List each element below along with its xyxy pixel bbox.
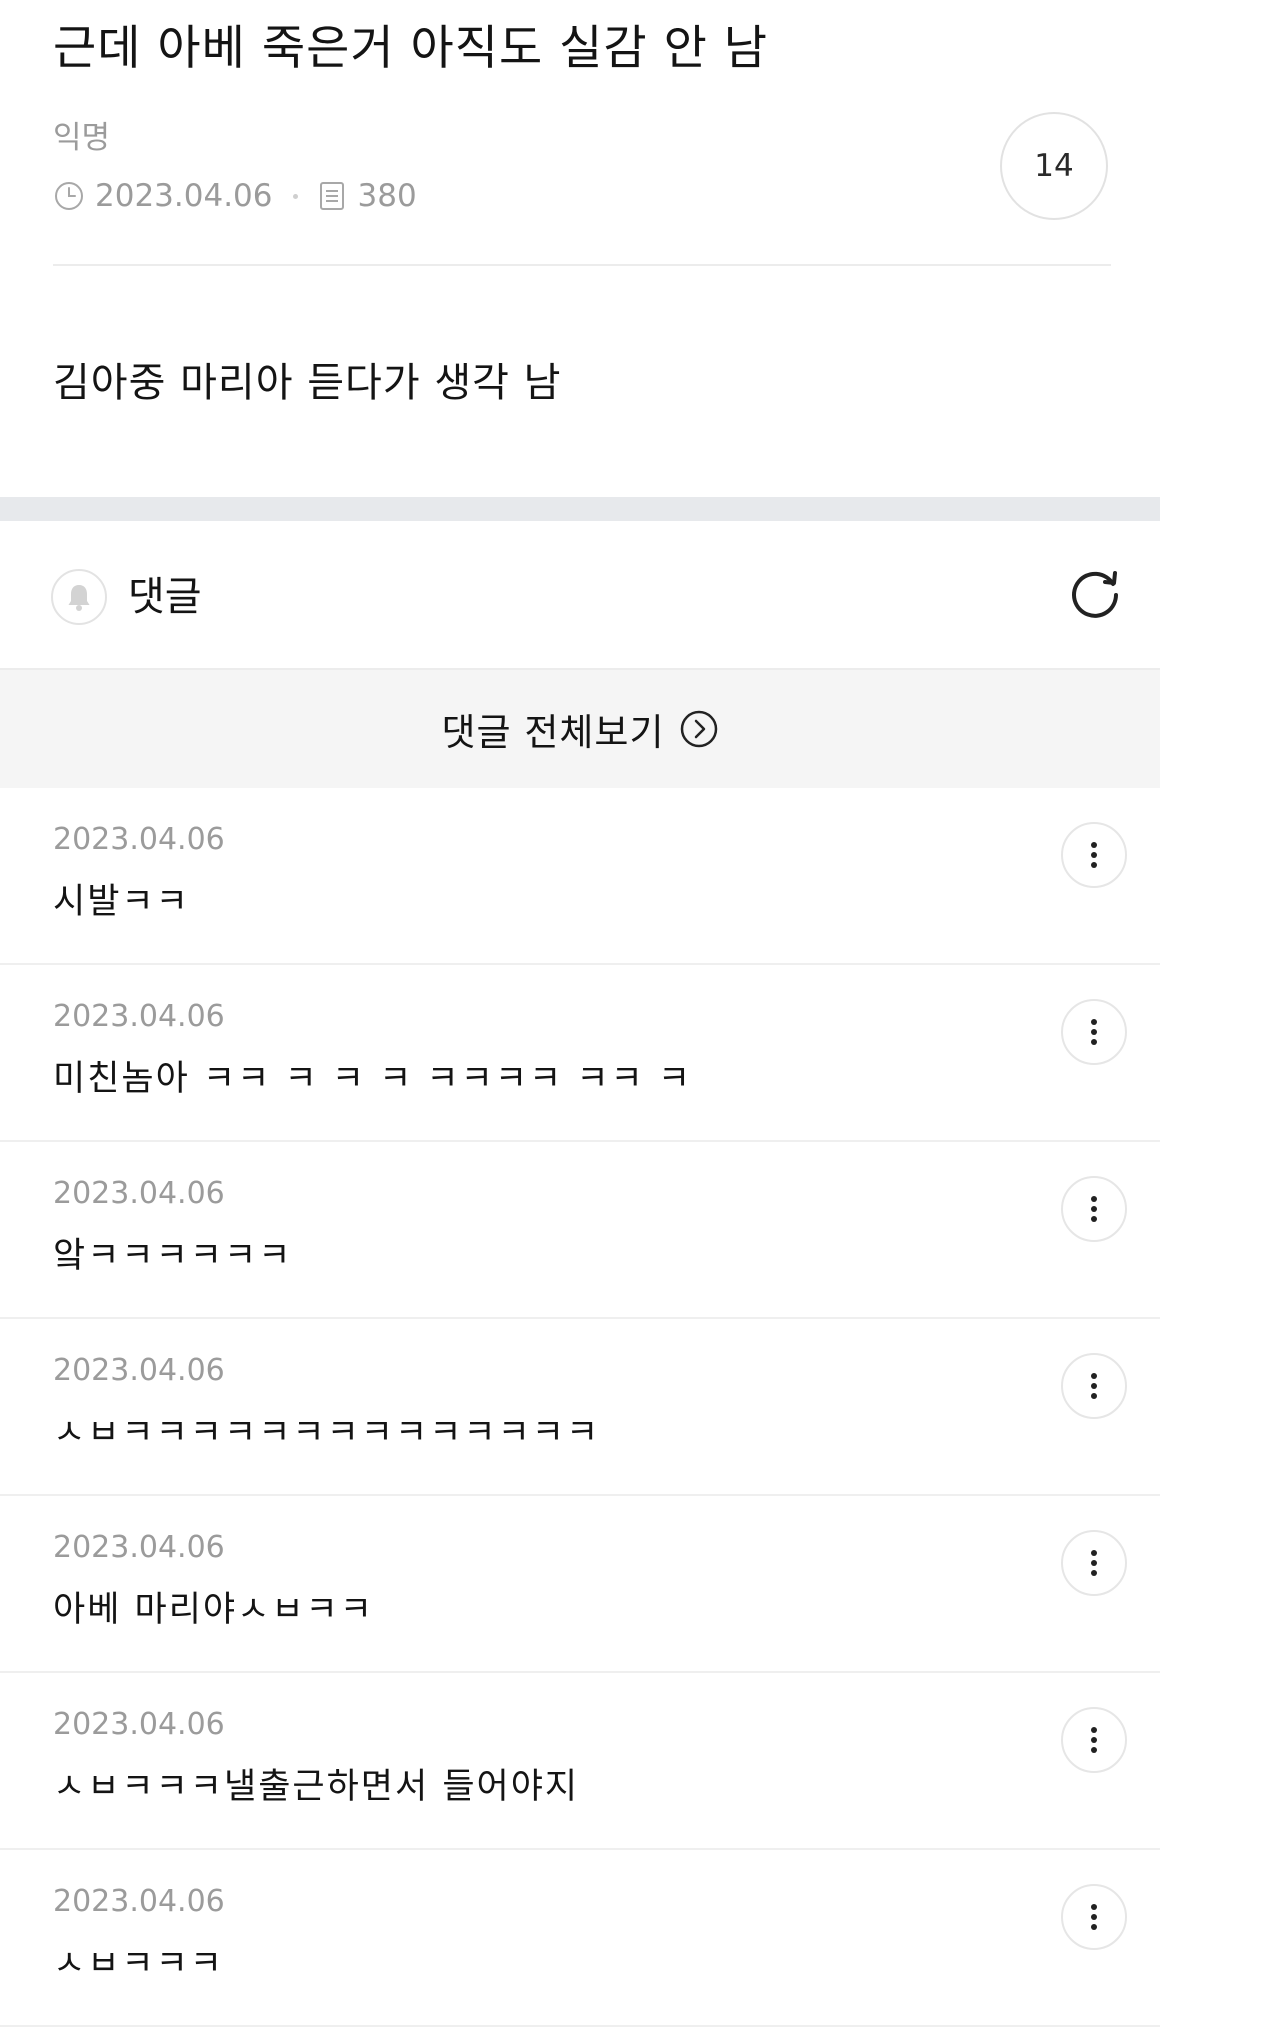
author-name: 익명 bbox=[53, 120, 111, 156]
more-vertical-icon[interactable] bbox=[1061, 822, 1127, 888]
comment-date: 2023.04.06 bbox=[53, 1884, 225, 1919]
comment-text: 시발ㅋㅋ bbox=[53, 882, 190, 922]
document-icon bbox=[316, 180, 348, 212]
refresh-icon[interactable] bbox=[1064, 563, 1126, 625]
more-vertical-icon[interactable] bbox=[1061, 999, 1127, 1065]
header-divider bbox=[53, 264, 1111, 266]
comment-date: 2023.04.06 bbox=[53, 1353, 225, 1388]
bell-icon[interactable] bbox=[51, 569, 107, 625]
post-meta: 2023.04.06 380 bbox=[53, 176, 417, 216]
meta-separator bbox=[292, 193, 298, 199]
comment-item: 2023.04.06 ㅅㅂㅋㅋㅋ낼출근하면서 들어야지 bbox=[0, 1673, 1160, 1850]
comment-item: 2023.04.06 미친놈아 ㅋㅋ ㅋ ㅋ ㅋ ㅋㅋㅋㅋ ㅋㅋ ㅋ bbox=[0, 965, 1160, 1142]
comment-item: 2023.04.06 앜ㅋㅋㅋㅋㅋㅋ bbox=[0, 1142, 1160, 1319]
chevron-right-circle-icon bbox=[679, 709, 719, 749]
post-page: 근데 아베 죽은거 아직도 실감 안 남 익명 2023.04.06 380 1… bbox=[0, 0, 1160, 2034]
comment-count: 14 bbox=[1034, 148, 1074, 184]
comment-date: 2023.04.06 bbox=[53, 1530, 225, 1565]
comment-text: 앜ㅋㅋㅋㅋㅋㅋ bbox=[53, 1236, 293, 1276]
comment-item: 2023.04.06 ㅅㅂㅋㅋㅋ bbox=[0, 1850, 1160, 2027]
more-vertical-icon[interactable] bbox=[1061, 1884, 1127, 1950]
comment-text: 아베 마리야ㅅㅂㅋㅋ bbox=[53, 1590, 374, 1630]
post-title: 근데 아베 죽은거 아직도 실감 안 남 bbox=[53, 21, 768, 76]
more-vertical-icon[interactable] bbox=[1061, 1353, 1127, 1419]
post-date: 2023.04.06 bbox=[95, 178, 273, 214]
comment-date: 2023.04.06 bbox=[53, 1176, 225, 1211]
comment-date: 2023.04.06 bbox=[53, 999, 225, 1034]
section-divider bbox=[0, 497, 1160, 521]
more-vertical-icon[interactable] bbox=[1061, 1707, 1127, 1773]
more-vertical-icon[interactable] bbox=[1061, 1176, 1127, 1242]
comment-item: 2023.04.06 시발ㅋㅋ bbox=[0, 788, 1160, 965]
comment-list: 2023.04.06 시발ㅋㅋ 2023.04.06 미친놈아 ㅋㅋ ㅋ ㅋ ㅋ… bbox=[0, 788, 1160, 2027]
comment-text: ㅅㅂㅋㅋㅋ낼출근하면서 들어야지 bbox=[53, 1767, 580, 1807]
clock-icon bbox=[53, 180, 85, 212]
view-count: 380 bbox=[357, 178, 417, 214]
comment-text: 미친놈아 ㅋㅋ ㅋ ㅋ ㅋ ㅋㅋㅋㅋ ㅋㅋ ㅋ bbox=[53, 1059, 693, 1099]
comment-date: 2023.04.06 bbox=[53, 822, 225, 857]
view-all-label: 댓글 전체보기 bbox=[441, 711, 665, 754]
comment-item: 2023.04.06 아베 마리야ㅅㅂㅋㅋ bbox=[0, 1496, 1160, 1673]
comment-text: ㅅㅂㅋㅋㅋ bbox=[53, 1944, 225, 1984]
comment-count-badge[interactable]: 14 bbox=[1000, 112, 1108, 220]
comment-date: 2023.04.06 bbox=[53, 1707, 225, 1742]
comment-section-title: 댓글 bbox=[128, 574, 202, 620]
comment-item: 2023.04.06 ㅅㅂㅋㅋㅋㅋㅋㅋㅋㅋㅋㅋㅋㅋㅋㅋ bbox=[0, 1319, 1160, 1496]
comment-header: 댓글 bbox=[0, 521, 1160, 668]
view-all-comments-button[interactable]: 댓글 전체보기 bbox=[0, 668, 1160, 788]
post-body: 김아중 마리아 듣다가 생각 남 bbox=[53, 360, 562, 406]
comment-text: ㅅㅂㅋㅋㅋㅋㅋㅋㅋㅋㅋㅋㅋㅋㅋㅋ bbox=[53, 1413, 601, 1453]
more-vertical-icon[interactable] bbox=[1061, 1530, 1127, 1596]
